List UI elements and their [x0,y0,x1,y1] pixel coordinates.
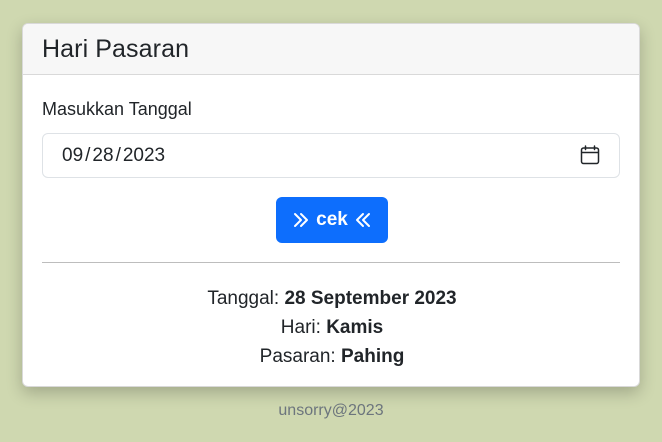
date-input[interactable]: 09 / 28 / 2023 [42,133,620,178]
date-day-segment[interactable]: 28 [92,145,113,167]
footer-credit: unsorry@2023 [278,402,384,419]
result-section: Tanggal: 28 September 2023 Hari: Kamis P… [23,284,639,371]
date-separator: / [115,144,121,166]
date-year-segment[interactable]: 2023 [123,145,165,167]
tanggal-value: 28 September 2023 [284,288,457,309]
divider [42,262,620,263]
chevrons-left-icon [355,213,370,227]
result-tanggal: Tanggal: 28 September 2023 [23,284,639,313]
hari-label: Hari: [280,317,327,338]
card-title: Hari Pasaran [42,34,190,63]
pasaran-value: Pahing [340,346,405,367]
result-pasaran: Pasaran: Pahing [23,342,639,371]
tanggal-label: Tanggal: [207,288,285,309]
cek-button[interactable]: cek [276,197,388,243]
card-header: Hari Pasaran [23,24,639,75]
chevrons-right-icon [294,213,309,227]
date-month-segment[interactable]: 09 [62,145,83,167]
result-hari: Hari: Kamis [23,313,639,342]
hari-value: Kamis [326,317,384,338]
cek-button-label: cek [316,209,348,230]
date-field-label: Masukkan Tanggal [42,99,192,119]
calendar-icon[interactable] [580,145,600,165]
pasaran-label: Pasaran: [259,346,341,367]
date-separator: / [85,144,91,166]
hari-pasaran-card: Hari Pasaran Masukkan Tanggal 09 / 28 / … [22,23,640,387]
